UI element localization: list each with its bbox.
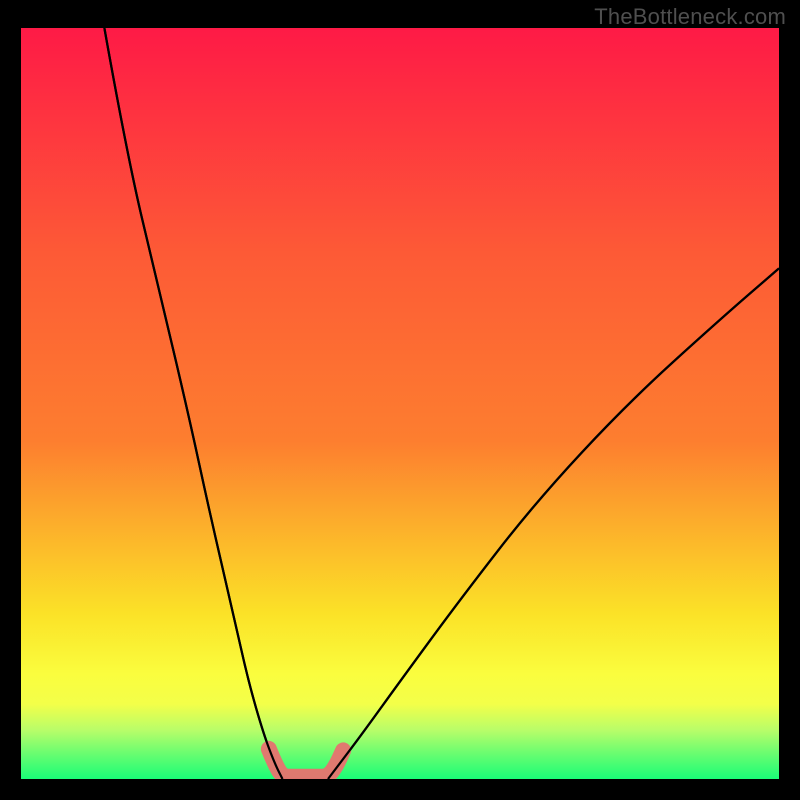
gradient-bg — [21, 28, 779, 779]
bottleneck-chart — [21, 28, 779, 779]
chart-frame: TheBottleneck.com — [0, 0, 800, 800]
plot-area — [21, 28, 779, 779]
watermark-text: TheBottleneck.com — [594, 4, 786, 30]
